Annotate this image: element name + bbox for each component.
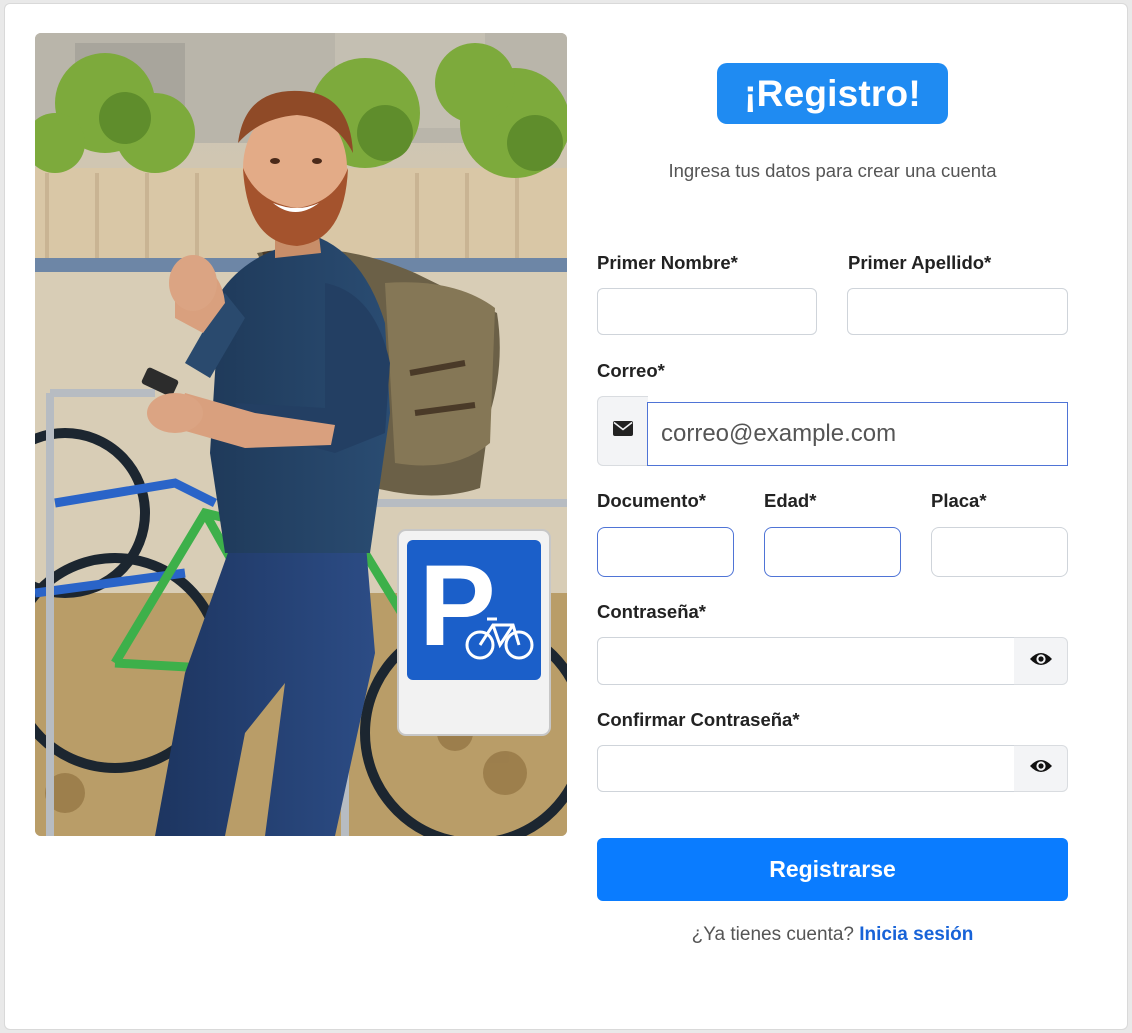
document-label: Documento* [597,490,706,511]
email-label: Correo* [597,360,665,381]
password-label: Contraseña* [597,601,706,622]
hero-photo: P [35,33,567,836]
last-name-label: Primer Apellido* [848,252,992,273]
password-field[interactable] [597,637,1015,685]
email-field[interactable] [647,402,1068,466]
plate-label: Placa* [931,490,987,511]
first-name-field[interactable] [597,288,817,335]
envelope-icon [613,421,633,441]
last-name-field[interactable] [847,288,1068,335]
register-button[interactable]: Registrarse [597,838,1068,901]
first-name-label: Primer Nombre* [597,252,738,273]
page-subtitle: Ingresa tus datos para crear una cuenta [668,160,997,181]
age-field[interactable] [764,527,901,577]
confirm-password-field[interactable] [597,745,1015,792]
parking-sign-letter: P [419,542,496,670]
toggle-confirm-password-visibility-button[interactable] [1014,745,1068,792]
eye-icon [1029,757,1053,780]
confirm-password-label: Confirmar Contraseña* [597,709,800,730]
document-field[interactable] [597,527,734,577]
login-link[interactable]: Inicia sesión [859,924,973,945]
login-prompt-text: ¿Ya tienes cuenta? [691,924,854,945]
eye-icon [1029,650,1053,673]
plate-field[interactable] [931,527,1068,577]
page-title: ¡Registro! [717,63,948,124]
toggle-password-visibility-button[interactable] [1014,637,1068,685]
age-label: Edad* [764,490,817,511]
email-addon [597,396,648,466]
login-prompt: ¿Ya tienes cuenta? Inicia sesión [597,924,1068,946]
